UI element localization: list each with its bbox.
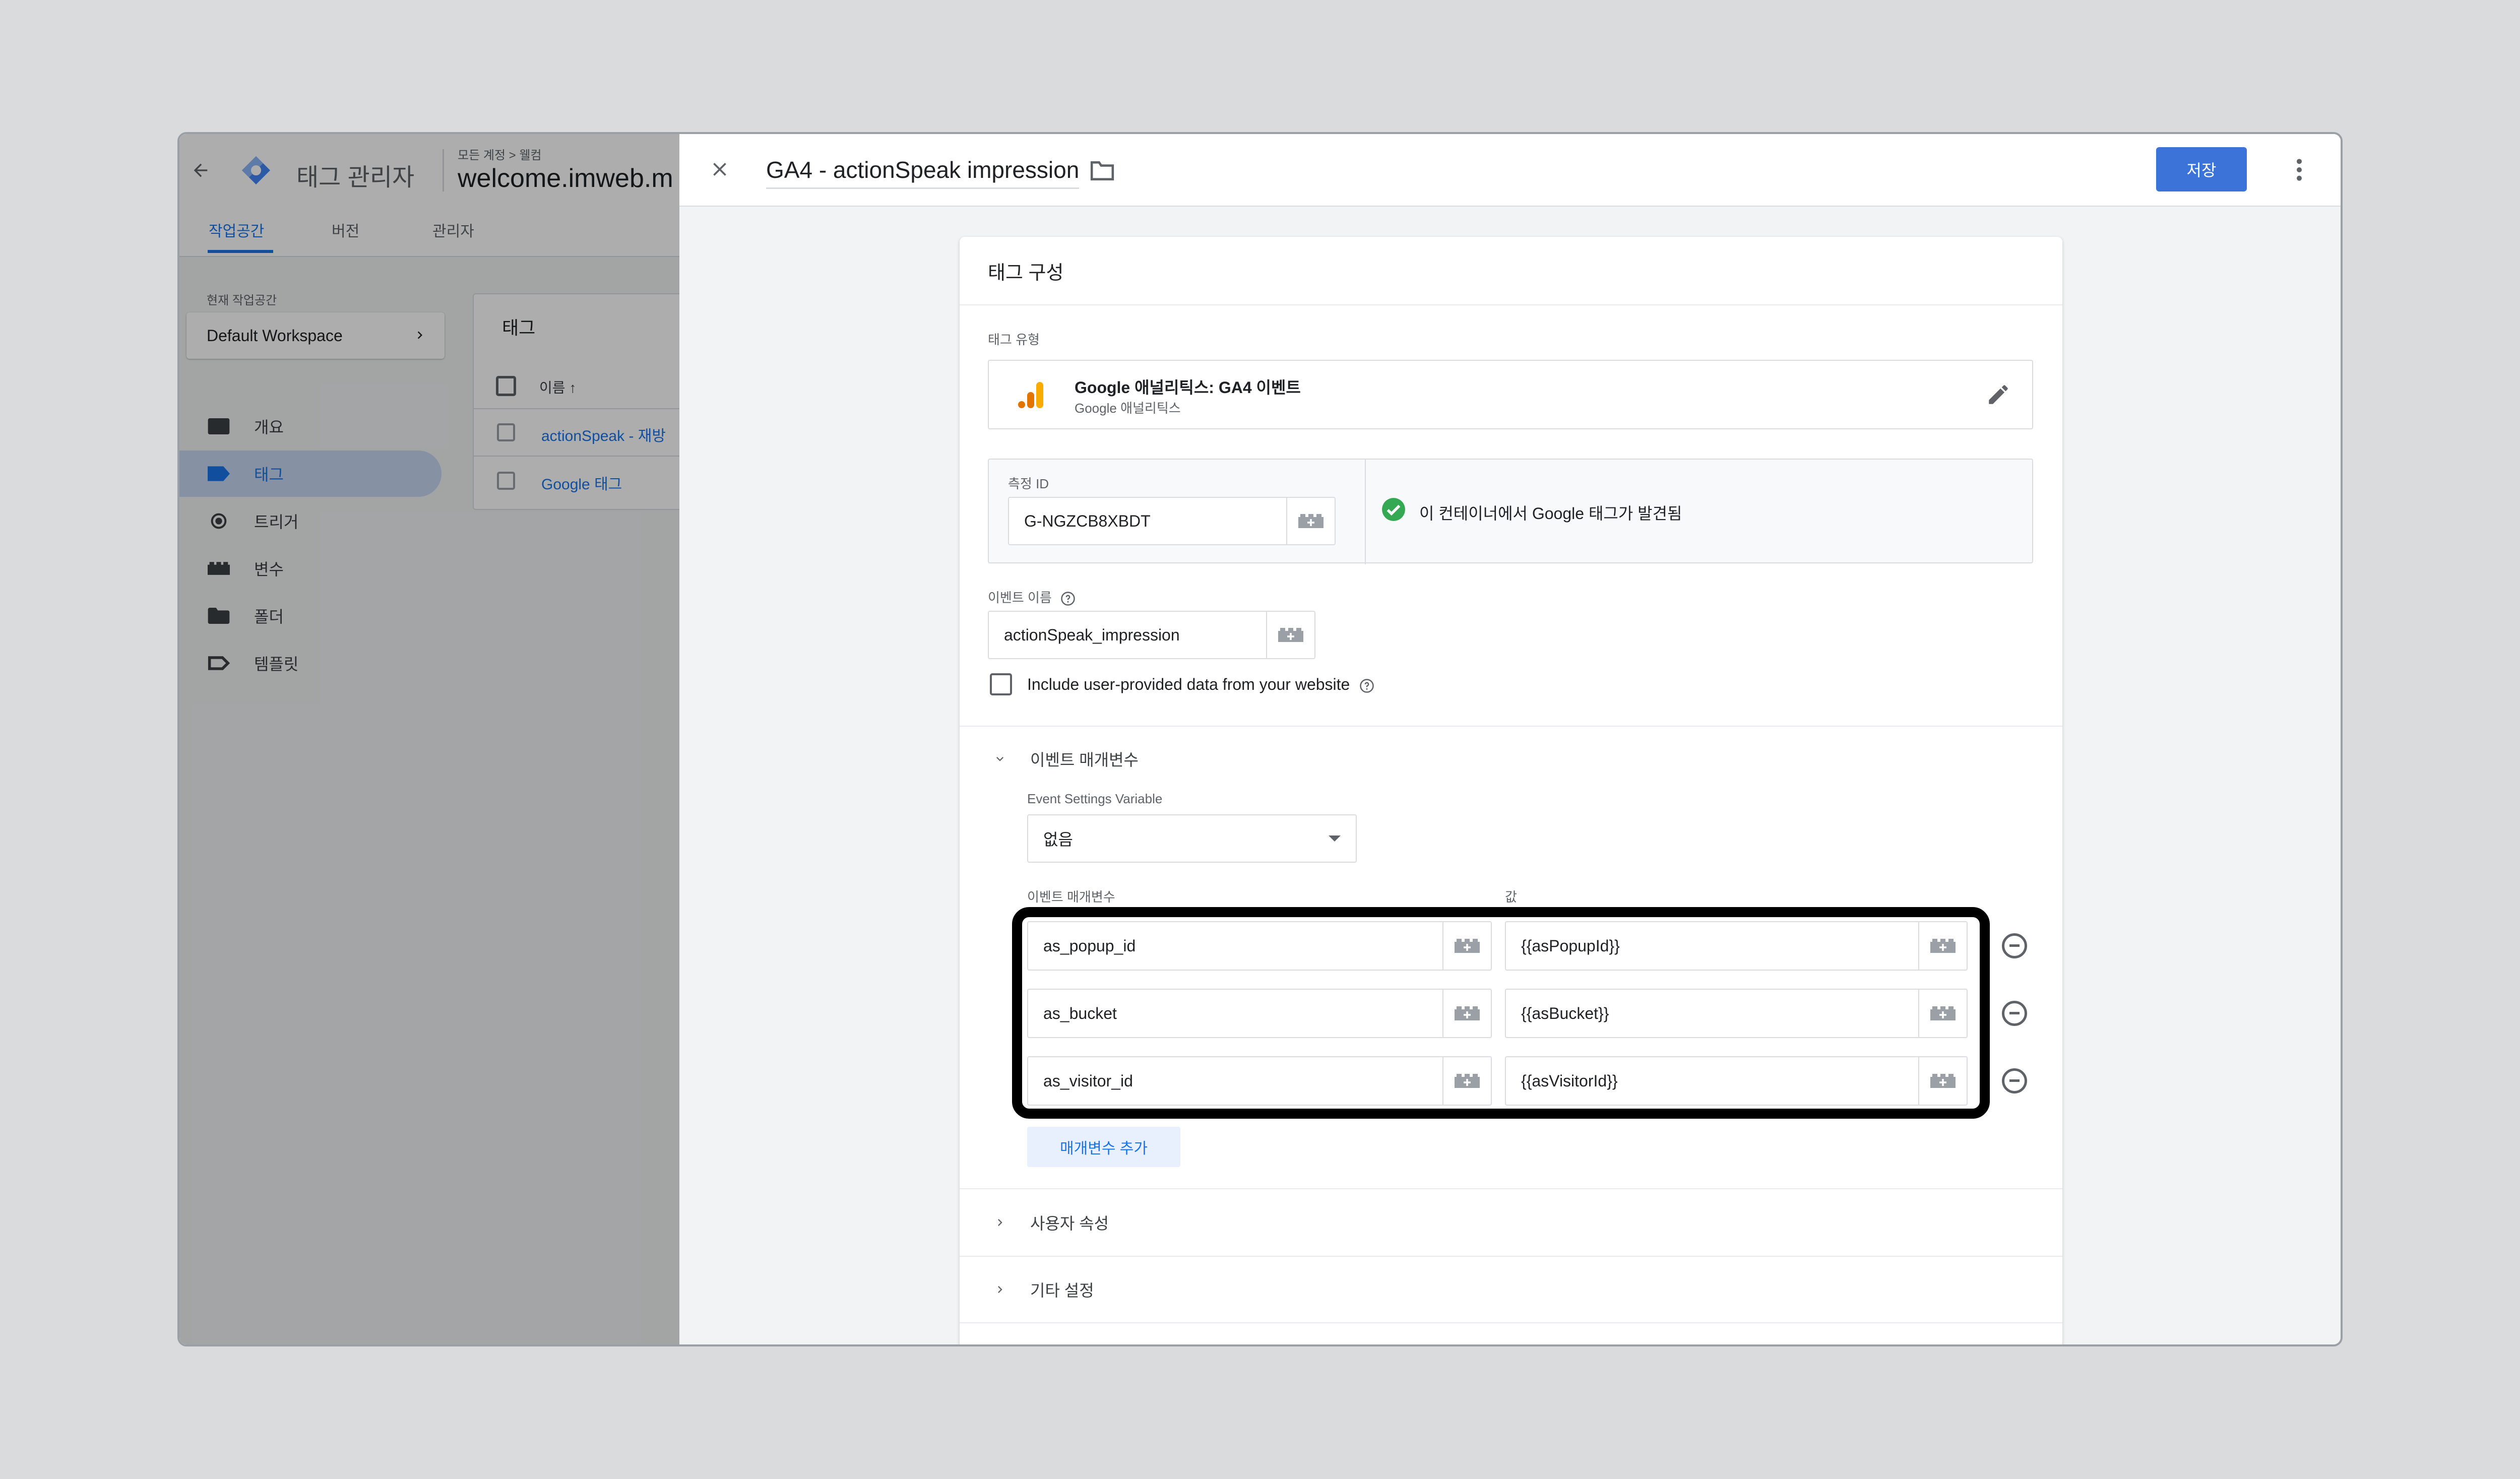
tag-type-subtitle: Google 애널리틱스 (1075, 401, 1181, 416)
event-name-label-text: 이벤트 이름 (988, 590, 1052, 605)
chevron-right-icon (998, 1286, 1002, 1293)
event-name-value: actionSpeak_impression (1004, 625, 1180, 644)
card-title: 태그 구성 (988, 263, 1064, 284)
tag-editor-panel: GA4 - actionSpeak impression 저장 태그 구성 태그… (679, 134, 2341, 1344)
measurement-id-box: 측정 ID G-NGZCB8XBDT 이 컨테이너에서 Google 태그가 발… (988, 459, 2033, 564)
variable-picker-button[interactable] (1442, 922, 1491, 970)
event-name-input[interactable]: actionSpeak_impression (988, 611, 1315, 659)
measurement-id-input[interactable]: G-NGZCB8XBDT (1008, 497, 1336, 545)
param-value-value: {{asBucket}} (1521, 1004, 1609, 1022)
help-icon[interactable] (1060, 591, 1076, 606)
event-name-label: 이벤트 이름 (988, 588, 1076, 606)
close-icon[interactable] (709, 158, 731, 180)
variable-picker-button[interactable] (1442, 990, 1491, 1037)
param-name-input[interactable]: as_visitor_id (1027, 1056, 1492, 1106)
variable-brick-icon (1455, 1006, 1480, 1020)
check-circle-icon (1382, 498, 1405, 521)
tag-type-name: Google 애널리틱스: GA4 이벤트 (1075, 378, 1301, 397)
add-param-button[interactable]: 매개변수 추가 (1027, 1127, 1180, 1167)
param-value-input[interactable]: {{asBucket}} (1505, 989, 1968, 1038)
variable-picker-button[interactable] (1918, 922, 1967, 970)
dropdown-arrow-icon (1329, 835, 1341, 842)
variable-picker-button[interactable] (1918, 1057, 1967, 1105)
remove-param-icon[interactable] (2002, 1001, 2027, 1026)
variable-picker-button[interactable] (1266, 612, 1314, 658)
save-button[interactable]: 저장 (2156, 147, 2247, 191)
include-user-data-label: Include user-provided data from your web… (1027, 675, 1374, 694)
tag-title-input[interactable]: GA4 - actionSpeak impression (766, 156, 1080, 189)
user-properties-section-header[interactable]: 사용자 속성 (960, 1188, 2062, 1256)
more-vert-icon[interactable] (2292, 157, 2306, 182)
event-settings-variable-label: Event Settings Variable (1027, 791, 1163, 806)
variable-brick-icon (1930, 939, 1956, 953)
param-name-input[interactable]: as_popup_id (1027, 921, 1492, 971)
remove-param-icon[interactable] (2002, 1068, 2027, 1094)
param-name-input[interactable]: as_bucket (1027, 989, 1492, 1038)
panel-header: GA4 - actionSpeak impression 저장 (679, 134, 2341, 207)
other-settings-section-header[interactable]: 기타 설정 (960, 1256, 2062, 1323)
variable-brick-icon (1930, 1074, 1956, 1088)
section-title: 기타 설정 (1030, 1281, 1094, 1300)
param-value-value: {{asPopupId}} (1521, 936, 1620, 955)
event-params-section-header[interactable]: 이벤트 매개변수 (960, 726, 2062, 791)
folder-outline-icon[interactable] (1090, 160, 1115, 181)
value-column-label: 값 (1505, 889, 1517, 905)
variable-picker-button[interactable] (1442, 1057, 1491, 1105)
include-user-data-text: Include user-provided data from your web… (1027, 675, 1350, 693)
param-name-value: as_bucket (1043, 1004, 1117, 1022)
event-settings-variable-select[interactable]: 없음 (1027, 814, 1357, 863)
chevron-down-icon (996, 757, 1003, 761)
measurement-id-label: 측정 ID (1008, 476, 1049, 491)
variable-brick-icon (1278, 628, 1303, 642)
variable-picker-button[interactable] (1286, 498, 1335, 544)
tag-configuration-card: 태그 구성 태그 유형 Google 애널리틱스: GA4 이벤트 Google… (960, 237, 2062, 1344)
google-analytics-icon (1018, 382, 1043, 408)
tag-type-label: 태그 유형 (988, 332, 1040, 347)
section-title: 이벤트 매개변수 (1030, 751, 1139, 769)
variable-brick-icon (1298, 514, 1324, 528)
chevron-right-icon (998, 1219, 1002, 1226)
divider (960, 304, 2062, 305)
measurement-id-value: G-NGZCB8XBDT (1024, 511, 1151, 530)
param-name-value: as_visitor_id (1043, 1071, 1133, 1090)
param-value-value: {{asVisitorId}} (1521, 1071, 1618, 1090)
edit-pencil-icon[interactable] (1986, 382, 2011, 407)
event-settings-variable-value: 없음 (1043, 830, 1073, 849)
param-value-input[interactable]: {{asPopupId}} (1505, 921, 1968, 971)
param-name-value: as_popup_id (1043, 936, 1136, 955)
google-tag-found-message: 이 컨테이너에서 Google 태그가 발견됨 (1419, 504, 1682, 523)
param-column-label: 이벤트 매개변수 (1027, 889, 1115, 905)
variable-brick-icon (1455, 1074, 1480, 1088)
variable-picker-button[interactable] (1918, 990, 1967, 1037)
section-title: 사용자 속성 (1030, 1214, 1109, 1233)
include-user-data-checkbox[interactable] (990, 673, 1012, 695)
tag-type-selector[interactable]: Google 애널리틱스: GA4 이벤트 Google 애널리틱스 (988, 360, 2033, 429)
remove-param-icon[interactable] (2002, 933, 2027, 958)
app-window: 태그 관리자 모든 계정 > 웰컴 welcome.imweb.m 작업공간 버… (177, 132, 2343, 1346)
variable-brick-icon (1455, 939, 1480, 953)
help-icon[interactable] (1359, 678, 1374, 693)
divider (1365, 460, 1366, 564)
variable-brick-icon (1930, 1006, 1956, 1020)
param-value-input[interactable]: {{asVisitorId}} (1505, 1056, 1968, 1106)
